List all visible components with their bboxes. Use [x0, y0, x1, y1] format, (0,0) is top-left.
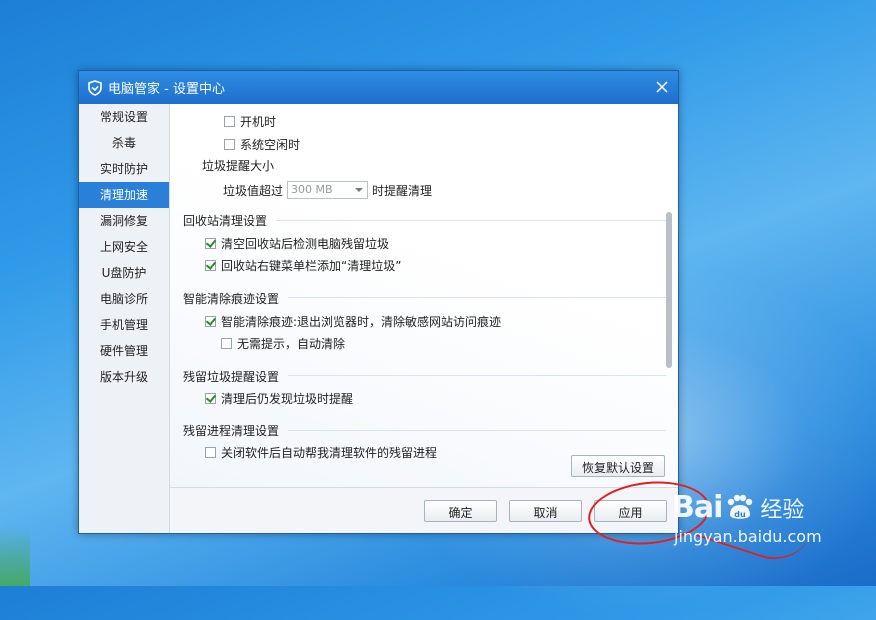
window-title: 电脑管家 - 设置中心: [108, 82, 225, 97]
desktop-wallpaper-grass: [0, 526, 30, 586]
divider: [288, 297, 666, 298]
option-label: 清空回收站后检测电脑残留垃圾: [221, 237, 390, 251]
settings-content: 开机时 系统空闲时 垃圾提醒大小 垃圾值超过 300 MB 时提醒清理 回收站清…: [170, 104, 678, 488]
option-label: 回收站右键菜单栏添加“清理垃圾”: [221, 259, 402, 273]
threshold-value: 300 MB: [291, 183, 333, 196]
checkbox-residual-reminder[interactable]: [205, 393, 216, 404]
logo-text-jingyan: 经验: [760, 497, 805, 523]
shield-icon: [88, 79, 102, 96]
option-auto-clear[interactable]: 无需提示，自动清除: [221, 335, 345, 352]
baidu-jingyan-watermark: Bai du 经验 jingyan.baidu.com: [672, 490, 822, 546]
chevron-down-icon: [355, 188, 364, 192]
option-recycle-context-menu[interactable]: 回收站右键菜单栏添加“清理垃圾”: [205, 257, 401, 274]
trace-section-title: 智能清除痕迹设置: [183, 292, 280, 306]
checkbox-recycle-detect[interactable]: [205, 238, 216, 249]
sidebar-item-vulnerability-fix[interactable]: 漏洞修复: [79, 208, 169, 234]
restore-defaults-button[interactable]: 恢复默认设置: [571, 455, 665, 477]
divider: [276, 220, 666, 221]
divider: [288, 430, 666, 431]
checkbox-process-cleanup[interactable]: [205, 447, 216, 458]
scroll-thumb[interactable]: [666, 212, 672, 368]
checkbox-smart-trace[interactable]: [205, 316, 216, 327]
option-recycle-detect[interactable]: 清空回收站后检测电脑残留垃圾: [205, 235, 389, 252]
threshold-prefix: 垃圾值超过: [223, 183, 284, 198]
checkbox-auto-clear[interactable]: [221, 338, 232, 349]
cancel-button[interactable]: 取消: [509, 500, 582, 522]
sidebar-item-version-upgrade[interactable]: 版本升级: [79, 364, 169, 390]
baidu-logo: Bai du 经验: [672, 490, 822, 525]
option-system-idle[interactable]: 系统空闲时: [224, 136, 300, 153]
sidebar-item-antivirus[interactable]: 杀毒: [79, 130, 169, 156]
option-label: 清理后仍发现垃圾时提醒: [221, 392, 354, 406]
option-label: 系统空闲时: [240, 138, 301, 152]
process-section-title: 残留进程清理设置: [183, 424, 280, 438]
sidebar-item-usb-protection[interactable]: U盘防护: [79, 260, 169, 286]
option-label: 智能清除痕迹:退出浏览器时，清除敏感网站访问痕迹: [221, 315, 502, 329]
title-bar: 电脑管家 - 设置中心: [79, 71, 678, 104]
ok-button[interactable]: 确定: [424, 500, 497, 522]
settings-sidebar: 常规设置 杀毒 实时防护 清理加速 漏洞修复 上网安全 U盘防护 电脑诊所 手机…: [79, 104, 170, 533]
settings-window: 电脑管家 - 设置中心 常规设置 杀毒 实时防护 清理加速 漏洞修复 上网安全 …: [78, 70, 679, 534]
residual-section-title: 残留垃圾提醒设置: [183, 370, 280, 384]
paw-icon: du: [728, 494, 753, 519]
divider: [288, 375, 666, 376]
option-process-cleanup[interactable]: 关闭软件后自动帮我清理软件的残留进程: [205, 444, 437, 461]
option-on-boot[interactable]: 开机时: [224, 113, 276, 130]
option-label: 开机时: [240, 115, 277, 129]
logo-mark-du: du: [735, 510, 747, 519]
junk-size-title: 垃圾提醒大小: [202, 157, 274, 174]
threshold-select[interactable]: 300 MB: [287, 181, 369, 199]
content-scrollbar[interactable]: [666, 104, 672, 488]
checkbox-on-boot[interactable]: [224, 116, 235, 127]
sidebar-item-phone-management[interactable]: 手机管理: [79, 312, 169, 338]
option-label: 关闭软件后自动帮我清理软件的残留进程: [221, 446, 438, 460]
threshold-row: 垃圾值超过 300 MB 时提醒清理: [223, 181, 432, 199]
watermark-url: jingyan.baidu.com: [674, 527, 822, 546]
option-label: 无需提示，自动清除: [237, 337, 346, 351]
option-residual-reminder[interactable]: 清理后仍发现垃圾时提醒: [205, 390, 353, 407]
sidebar-item-pc-clinic[interactable]: 电脑诊所: [79, 286, 169, 312]
close-icon[interactable]: [654, 79, 670, 95]
sidebar-item-hardware-management[interactable]: 硬件管理: [79, 338, 169, 364]
logo-text-bai: Bai: [672, 490, 723, 525]
sidebar-item-general[interactable]: 常规设置: [79, 104, 169, 130]
recycle-section-title: 回收站清理设置: [183, 214, 268, 228]
threshold-suffix: 时提醒清理: [372, 183, 433, 198]
sidebar-item-web-security[interactable]: 上网安全: [79, 234, 169, 260]
checkbox-recycle-context-menu[interactable]: [205, 260, 216, 271]
checkbox-system-idle[interactable]: [224, 139, 235, 150]
sidebar-item-realtime-protection[interactable]: 实时防护: [79, 156, 169, 182]
sidebar-item-cleanup-speedup[interactable]: 清理加速: [79, 182, 169, 208]
option-smart-trace[interactable]: 智能清除痕迹:退出浏览器时，清除敏感网站访问痕迹: [205, 313, 501, 330]
section-label: 垃圾提醒大小: [202, 159, 275, 173]
